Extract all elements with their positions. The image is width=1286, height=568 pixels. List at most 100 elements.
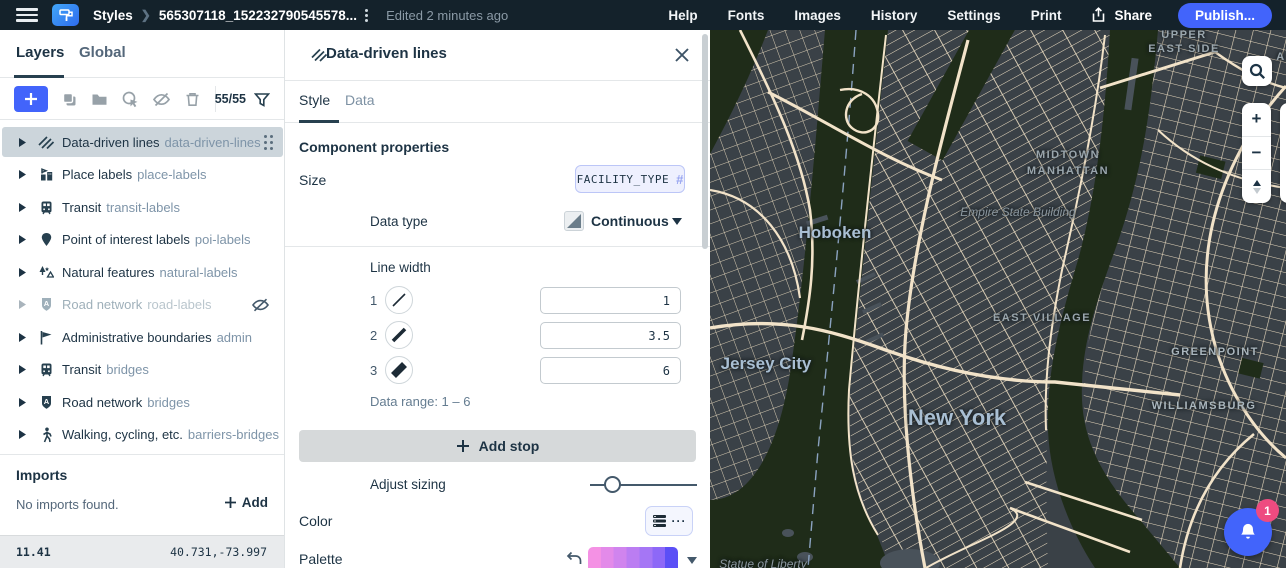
data-type-label: Data type <box>370 214 428 229</box>
bell-icon <box>1241 523 1255 539</box>
duplicate-layer-icon[interactable] <box>61 91 78 108</box>
chevron-down-icon[interactable] <box>672 218 682 225</box>
panel-title: Data-driven lines <box>326 45 447 62</box>
menu-history[interactable]: History <box>871 8 918 23</box>
menu-images[interactable]: Images <box>794 8 841 23</box>
line-width-swatch-thick[interactable] <box>385 356 413 384</box>
expand-caret-icon[interactable] <box>18 267 27 278</box>
data-range-text: Data range: 1 – 6 <box>370 394 471 409</box>
expand-caret-icon[interactable] <box>18 397 27 408</box>
number-type-hash-icon: # <box>676 171 684 187</box>
layer-row-transit-labels[interactable]: Transit transit-labels <box>2 192 283 222</box>
expand-caret-icon[interactable] <box>18 202 27 213</box>
drag-handle-icon[interactable] <box>264 134 273 150</box>
layer-row-transit-bridges[interactable]: Transit bridges <box>2 355 283 385</box>
menu-print[interactable]: Print <box>1031 8 1062 23</box>
top-menu: Help Fonts Images History Settings Print <box>668 8 1061 23</box>
layer-properties-panel: Data-driven lines Style Data Component p… <box>285 30 710 568</box>
compass-bearing-control[interactable] <box>1242 169 1271 203</box>
line-width-input-2[interactable] <box>540 322 681 349</box>
group-layers-folder-icon[interactable] <box>91 92 108 107</box>
map-zoom-controls: + − <box>1242 103 1271 203</box>
share-button[interactable]: Share <box>1091 7 1152 23</box>
layer-hidden-eye-off-icon[interactable] <box>251 297 270 313</box>
natural-features-icon <box>38 265 54 279</box>
layer-row-poi-labels[interactable]: Point of interest labels poi-labels <box>2 225 283 255</box>
add-layer-button[interactable] <box>14 86 48 112</box>
publish-button[interactable]: Publish... <box>1177 2 1272 28</box>
hide-layer-eye-off-icon[interactable] <box>152 91 171 108</box>
svg-text:A: A <box>43 397 49 406</box>
close-panel-icon[interactable] <box>674 47 690 63</box>
expand-caret-icon[interactable] <box>18 364 27 375</box>
palette-swatch[interactable] <box>588 547 678 568</box>
transit-layer-icon <box>38 362 54 377</box>
active-tab-underline <box>299 120 339 123</box>
data-type-dropdown[interactable]: Continuous <box>591 213 669 229</box>
line-width-stop-row: 2 <box>285 321 710 351</box>
color-options-button[interactable]: ··· <box>645 506 693 536</box>
panel-scrollbar[interactable] <box>702 34 708 249</box>
continuous-ramp-icon <box>564 211 584 231</box>
mapbox-studio-logo[interactable] <box>52 4 79 26</box>
slider-knob[interactable] <box>604 476 621 493</box>
layer-row-road-labels[interactable]: A Road network road-labels <box>2 290 283 320</box>
layer-row-road-bridges[interactable]: A Road network bridges <box>2 387 283 417</box>
menu-fonts[interactable]: Fonts <box>728 8 765 23</box>
edited-status: Edited 2 minutes ago <box>386 7 509 23</box>
breadcrumb-chevron-icon: ❯ <box>140 8 151 22</box>
select-feature-icon[interactable] <box>121 90 139 108</box>
line-width-swatch-thin[interactable] <box>385 286 413 314</box>
zoom-out-button[interactable]: − <box>1242 135 1271 170</box>
expand-caret-icon[interactable] <box>18 169 27 180</box>
map-viewport[interactable]: UPPER EAST SIDE MIDTOWN MANHATTAN Empire… <box>710 30 1286 568</box>
panel-tab-data[interactable]: Data <box>345 92 375 108</box>
chevron-down-icon[interactable] <box>687 557 697 564</box>
style-options-kebab-icon[interactable] <box>365 8 369 22</box>
breadcrumb-style-name[interactable]: 565307118_152232790545578... <box>159 8 357 23</box>
map-canvas[interactable] <box>710 30 1286 568</box>
expand-caret-icon[interactable] <box>18 137 27 148</box>
list-expression-icon <box>652 515 666 527</box>
panel-tab-style[interactable]: Style <box>299 92 330 108</box>
expand-caret-icon[interactable] <box>18 332 27 343</box>
layer-count: 55/55 <box>214 92 246 106</box>
expand-caret-icon[interactable] <box>18 234 27 245</box>
layer-row-admin-boundaries[interactable]: Administrative boundaries admin <box>2 322 283 352</box>
expand-caret-icon[interactable] <box>18 299 27 310</box>
layer-row-place-labels[interactable]: Place labels place-labels <box>2 160 283 190</box>
line-width-label: Line width <box>370 260 431 275</box>
map-search-button[interactable] <box>1242 56 1272 86</box>
menu-help[interactable]: Help <box>668 8 697 23</box>
line-width-input-3[interactable] <box>540 357 681 384</box>
layer-row-barriers-bridges[interactable]: Walking, cycling, etc. barriers-bridges <box>2 420 283 450</box>
menu-settings[interactable]: Settings <box>947 8 1000 23</box>
tab-layers[interactable]: Layers <box>16 44 64 61</box>
add-stop-button[interactable]: Add stop <box>299 430 696 462</box>
filter-layers-funnel-icon[interactable] <box>254 92 270 107</box>
reset-palette-undo-icon[interactable] <box>566 551 582 566</box>
layer-row-natural-labels[interactable]: Natural features natural-labels <box>2 257 283 287</box>
adjust-sizing-slider[interactable] <box>590 476 697 493</box>
line-width-swatch-medium[interactable] <box>385 321 413 349</box>
breadcrumb-styles[interactable]: Styles <box>93 8 133 23</box>
lines-layer-icon <box>38 135 54 149</box>
share-label: Share <box>1114 7 1152 23</box>
line-width-input-1[interactable] <box>540 287 681 314</box>
zoom-in-button[interactable]: + <box>1242 103 1271 136</box>
plus-icon <box>456 440 469 452</box>
size-field-token[interactable]: FACILITY_TYPE # <box>575 165 685 193</box>
notification-count-badge[interactable]: 1 <box>1256 499 1279 522</box>
hamburger-menu-icon[interactable] <box>16 8 38 22</box>
add-import-button[interactable]: Add <box>224 495 268 510</box>
tab-global[interactable]: Global <box>79 44 126 61</box>
expand-caret-icon[interactable] <box>18 429 27 440</box>
delete-layer-trash-icon[interactable] <box>184 91 201 108</box>
search-icon <box>1249 63 1265 79</box>
clipped-edge-control[interactable] <box>1280 103 1286 203</box>
adjust-sizing-label: Adjust sizing <box>370 477 446 492</box>
layer-row-data-driven-lines[interactable]: Data-driven lines data-driven-lines <box>2 127 283 157</box>
imports-empty-text: No imports found. <box>16 497 119 512</box>
map-position-statusbar: 11.41 40.731,-73.997 <box>0 535 284 568</box>
more-options-dots: ··· <box>671 514 687 528</box>
